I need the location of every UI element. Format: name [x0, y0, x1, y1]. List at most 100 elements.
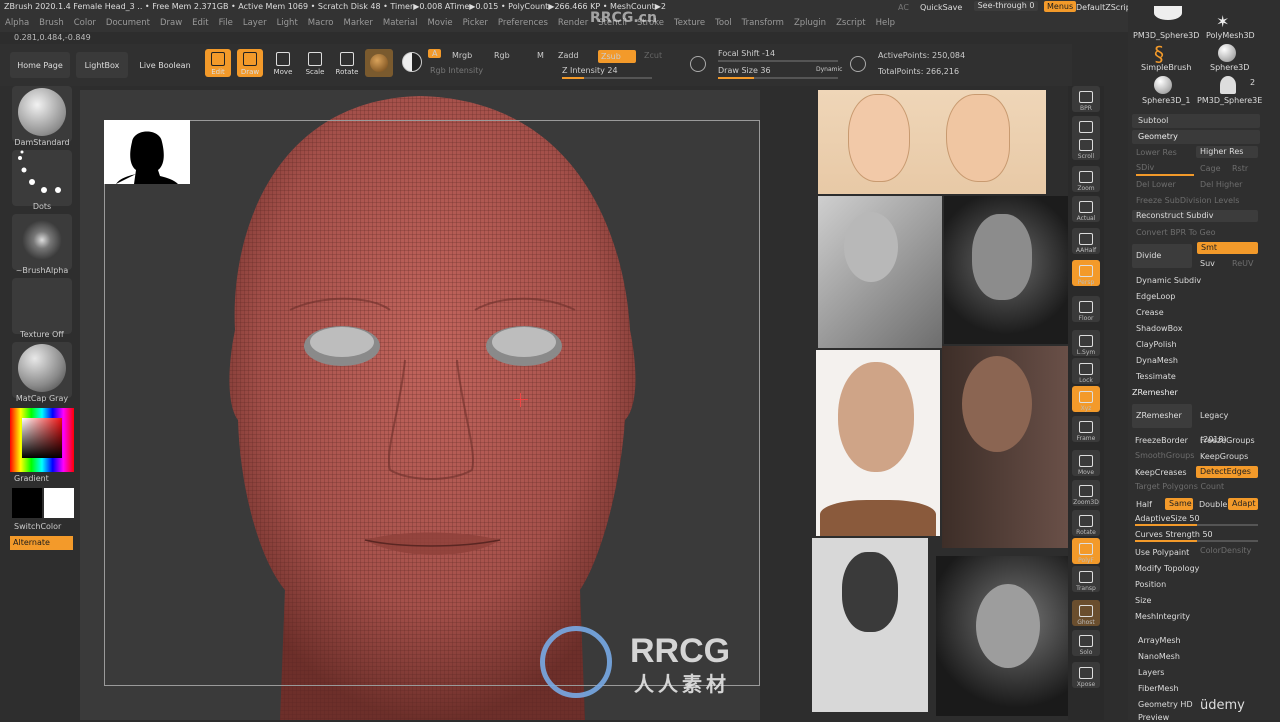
rightbar-polyf[interactable]: PolyF	[1072, 538, 1100, 564]
draw-size-slider[interactable]: Draw Size 36	[718, 66, 771, 75]
pm3d-sphere3e-icon[interactable]	[1220, 76, 1236, 94]
menu-item-picker[interactable]: Picker	[463, 18, 488, 28]
menu-item-movie[interactable]: Movie	[427, 18, 452, 28]
sphere3d-1-icon[interactable]	[1154, 76, 1172, 94]
alpha-selector[interactable]	[12, 214, 72, 270]
claypolish-section[interactable]: ClayPolish	[1136, 340, 1177, 349]
a-toggle[interactable]: A	[428, 49, 442, 58]
draw-size-track[interactable]	[718, 77, 838, 79]
zcut-button[interactable]: Zcut	[644, 51, 662, 60]
reference-profile-updo[interactable]	[818, 196, 942, 348]
suv-toggle[interactable]: Suv	[1200, 259, 1215, 268]
keepgroups-toggle[interactable]: KeepGroups	[1200, 452, 1248, 461]
preview-section[interactable]: Preview	[1138, 713, 1169, 722]
rgb-button[interactable]: Rgb	[494, 51, 510, 60]
rotate-button[interactable]: Rotate	[334, 49, 360, 77]
divide-button[interactable]: Divide	[1132, 244, 1192, 268]
crease-section[interactable]: Crease	[1136, 308, 1164, 317]
menu-item-material[interactable]: Material	[383, 18, 418, 28]
color-mode-button[interactable]	[399, 49, 425, 77]
focal-shift-slider[interactable]: Focal Shift -14	[718, 49, 775, 58]
rightbar-zoom3d[interactable]: Zoom3D	[1072, 480, 1100, 506]
scale-button[interactable]: Scale	[302, 49, 328, 77]
reference-front-side[interactable]	[818, 90, 1046, 194]
smt-toggle[interactable]: Smt	[1197, 242, 1258, 254]
menus-button[interactable]: Menus	[1044, 1, 1077, 12]
edgeloop-section[interactable]: EdgeLoop	[1136, 292, 1175, 301]
z-intensity-slider[interactable]: Z Intensity 24	[562, 66, 618, 75]
rightbar-frame[interactable]: Frame	[1072, 416, 1100, 442]
adaptive-size-slider[interactable]: AdaptiveSize 50	[1135, 514, 1200, 523]
del-higher-button[interactable]: Del Higher	[1200, 180, 1242, 189]
half-button[interactable]: Half	[1136, 500, 1152, 509]
reconstruct-subdiv-button[interactable]: Reconstruct Subdiv	[1132, 210, 1258, 222]
rgb-intensity-slider[interactable]: Rgb Intensity	[430, 66, 483, 75]
lightbox-button[interactable]: LightBox	[76, 52, 128, 78]
rightbar-ghost[interactable]: Ghost	[1072, 600, 1100, 626]
sdiv-track[interactable]	[1136, 174, 1194, 176]
rightbar-bpr[interactable]: BPR	[1072, 86, 1100, 112]
nanomesh-section[interactable]: NanoMesh	[1138, 652, 1180, 661]
rightbar-transp[interactable]: Transp	[1072, 566, 1100, 592]
reuv-button[interactable]: ReUV	[1232, 259, 1253, 268]
switchcolor-button[interactable]: SwitchColor	[14, 522, 61, 531]
sdiv-slider[interactable]: SDiv	[1136, 163, 1154, 172]
size-section[interactable]: Size	[1135, 596, 1151, 605]
primary-color-swatch[interactable]	[12, 488, 42, 518]
brush-selector[interactable]	[12, 86, 72, 142]
dynamesh-section[interactable]: DynaMesh	[1136, 356, 1178, 365]
menu-item-zplugin[interactable]: Zplugin	[794, 18, 826, 28]
mrgb-button[interactable]: Mrgb	[452, 51, 472, 60]
layers-section[interactable]: Layers	[1138, 668, 1164, 677]
rightbar-aahalf[interactable]: AAHalf	[1072, 228, 1100, 254]
tessimate-section[interactable]: Tessimate	[1136, 372, 1176, 381]
color-density-slider[interactable]: ColorDensity	[1200, 546, 1251, 555]
silhouette-thumbnail[interactable]	[104, 120, 190, 184]
menu-item-file[interactable]: File	[219, 18, 233, 28]
smoothgroups-slider[interactable]: SmoothGroups	[1135, 451, 1194, 460]
color-picker-square[interactable]	[22, 418, 62, 458]
subtool-section[interactable]: Subtool	[1132, 114, 1260, 128]
higher-res-button[interactable]: Higher Res	[1196, 146, 1258, 158]
fibermesh-section[interactable]: FiberMesh	[1138, 684, 1179, 693]
z-intensity-track[interactable]	[562, 77, 652, 79]
home-page-button[interactable]: Home Page	[10, 52, 70, 78]
rightbar-zoom[interactable]: Zoom	[1072, 166, 1100, 192]
keepcreases-toggle[interactable]: KeepCreases	[1135, 468, 1187, 477]
sphere3d-icon[interactable]	[1218, 44, 1236, 62]
zadd-button[interactable]: Zadd	[558, 51, 579, 60]
zremesher-button[interactable]: ZRemesher	[1132, 404, 1192, 428]
menu-item-edit[interactable]: Edit	[192, 18, 208, 28]
texture-selector[interactable]	[12, 278, 72, 334]
use-polypaint-toggle[interactable]: Use Polypaint	[1135, 548, 1189, 557]
rightbar-actual[interactable]: Actual	[1072, 196, 1100, 222]
secondary-color-swatch[interactable]	[44, 488, 74, 518]
menu-item-layer[interactable]: Layer	[243, 18, 267, 28]
curves-strength-track[interactable]	[1135, 540, 1258, 542]
rightbar-rotate[interactable]: Rotate	[1072, 510, 1100, 536]
stroke-selector[interactable]	[12, 150, 72, 206]
meshintegrity-section[interactable]: MeshIntegrity	[1135, 612, 1190, 621]
reference-freckles[interactable]	[944, 196, 1068, 344]
menu-item-document[interactable]: Document	[106, 18, 150, 28]
material-button[interactable]	[365, 49, 393, 77]
draw-button[interactable]: Draw	[237, 49, 263, 77]
rightbar-floor[interactable]: Floor	[1072, 296, 1100, 322]
quicksave-button[interactable]: QuickSave	[920, 3, 962, 12]
rightbar-l-sym[interactable]: L.Sym	[1072, 330, 1100, 356]
tool-thumb-pm3d-sphere[interactable]	[1140, 6, 1196, 34]
rightbar-persp[interactable]: Persp	[1072, 260, 1100, 286]
curves-strength-slider[interactable]: Curves Strength 50	[1135, 530, 1213, 539]
reference-profile-curls[interactable]	[936, 556, 1070, 716]
position-section[interactable]: Position	[1135, 580, 1166, 589]
edit-button[interactable]: Edit	[205, 49, 231, 77]
arraymesh-section[interactable]: ArrayMesh	[1138, 636, 1181, 645]
reference-slick-hair[interactable]	[812, 538, 928, 712]
menu-item-brush[interactable]: Brush	[39, 18, 64, 28]
rightbar-move[interactable]: Move	[1072, 450, 1100, 476]
menu-item-draw[interactable]: Draw	[160, 18, 182, 28]
double-button[interactable]: Double	[1199, 500, 1227, 509]
dynamic-toggle[interactable]: Dynamic	[816, 66, 842, 73]
menu-item-alpha[interactable]: Alpha	[5, 18, 29, 28]
adapt-button[interactable]: Adapt	[1228, 498, 1258, 510]
